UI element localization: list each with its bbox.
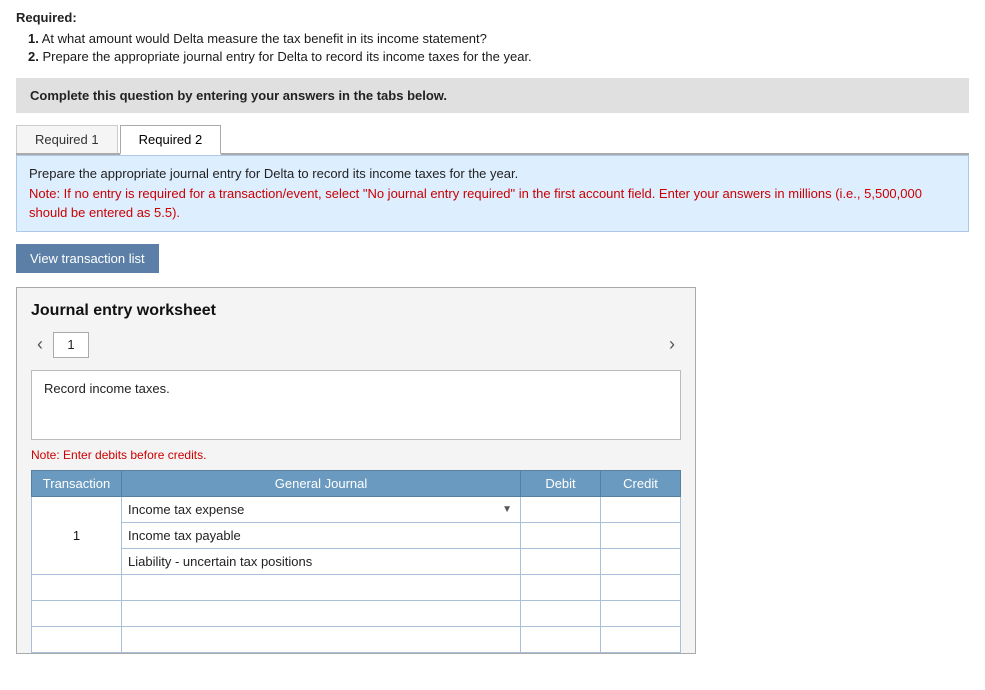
debit-cell-1a[interactable] xyxy=(521,496,601,522)
journal-table: Transaction General Journal Debit Credit… xyxy=(31,470,681,653)
required-list: 1. At what amount would Delta measure th… xyxy=(28,31,969,64)
item-2-num: 2. xyxy=(28,49,39,64)
nav-next-arrow[interactable]: › xyxy=(663,332,681,357)
nav-number-box: 1 xyxy=(53,332,89,358)
note-red-text: Note: If no entry is required for a tran… xyxy=(29,186,922,221)
worksheet-container: Journal entry worksheet ‹ 1 › Record inc… xyxy=(16,287,696,654)
empty-account-4[interactable] xyxy=(122,626,521,652)
empty-debit-4[interactable] xyxy=(521,626,601,652)
empty-transaction-3 xyxy=(32,600,122,626)
record-text: Record income taxes. xyxy=(44,381,170,396)
debit-cell-1c[interactable] xyxy=(521,548,601,574)
account-label-2: Income tax payable xyxy=(128,528,241,543)
table-row-1a: 1 Income tax expense ▼ xyxy=(32,496,681,522)
header-journal: General Journal xyxy=(122,470,521,496)
account-cell-1[interactable]: Income tax expense ▼ xyxy=(122,496,521,522)
note-main-text: Prepare the appropriate journal entry fo… xyxy=(29,166,518,181)
empty-transaction-2 xyxy=(32,574,122,600)
nav-row: ‹ 1 › xyxy=(31,332,681,358)
worksheet-title: Journal entry worksheet xyxy=(31,302,681,320)
debit-cell-1b[interactable] xyxy=(521,522,601,548)
table-row-empty-1 xyxy=(32,574,681,600)
table-row-empty-2 xyxy=(32,600,681,626)
note-debits: Note: Enter debits before credits. xyxy=(31,448,681,462)
account-cell-3[interactable]: Liability - uncertain tax positions xyxy=(122,548,521,574)
account-label-1: Income tax expense xyxy=(128,502,244,517)
dropdown-arrow-1[interactable]: ▼ xyxy=(502,504,514,515)
nav-prev-arrow[interactable]: ‹ xyxy=(31,332,49,357)
credit-cell-1a[interactable] xyxy=(601,496,681,522)
credit-cell-1c[interactable] xyxy=(601,548,681,574)
table-row-empty-3 xyxy=(32,626,681,652)
table-row-1c: Liability - uncertain tax positions xyxy=(32,548,681,574)
header-credit: Credit xyxy=(601,470,681,496)
note-box: Prepare the appropriate journal entry fo… xyxy=(16,155,969,232)
required-header: Required: xyxy=(16,10,969,25)
empty-account-2[interactable] xyxy=(122,574,521,600)
table-row-1b: Income tax payable xyxy=(32,522,681,548)
empty-credit-2[interactable] xyxy=(601,574,681,600)
instruction-box: Complete this question by entering your … xyxy=(16,78,969,113)
item-1-text: At what amount would Delta measure the t… xyxy=(42,31,487,46)
header-transaction: Transaction xyxy=(32,470,122,496)
tab-required-1[interactable]: Required 1 xyxy=(16,125,118,153)
tabs-container: Required 1 Required 2 xyxy=(16,125,969,155)
tab-required-2[interactable]: Required 2 xyxy=(120,125,222,155)
credit-cell-1b[interactable] xyxy=(601,522,681,548)
empty-credit-3[interactable] xyxy=(601,600,681,626)
transaction-num-1: 1 xyxy=(32,496,122,574)
empty-debit-3[interactable] xyxy=(521,600,601,626)
empty-credit-4[interactable] xyxy=(601,626,681,652)
required-item-2: 2. Prepare the appropriate journal entry… xyxy=(28,49,969,64)
required-item-1: 1. At what amount would Delta measure th… xyxy=(28,31,969,46)
empty-account-3[interactable] xyxy=(122,600,521,626)
empty-transaction-4 xyxy=(32,626,122,652)
item-1-num: 1. xyxy=(28,31,39,46)
header-debit: Debit xyxy=(521,470,601,496)
account-label-3: Liability - uncertain tax positions xyxy=(128,554,312,569)
record-box: Record income taxes. xyxy=(31,370,681,440)
item-2-text: Prepare the appropriate journal entry fo… xyxy=(42,49,531,64)
empty-debit-2[interactable] xyxy=(521,574,601,600)
account-cell-2[interactable]: Income tax payable xyxy=(122,522,521,548)
view-transaction-button[interactable]: View transaction list xyxy=(16,244,159,273)
